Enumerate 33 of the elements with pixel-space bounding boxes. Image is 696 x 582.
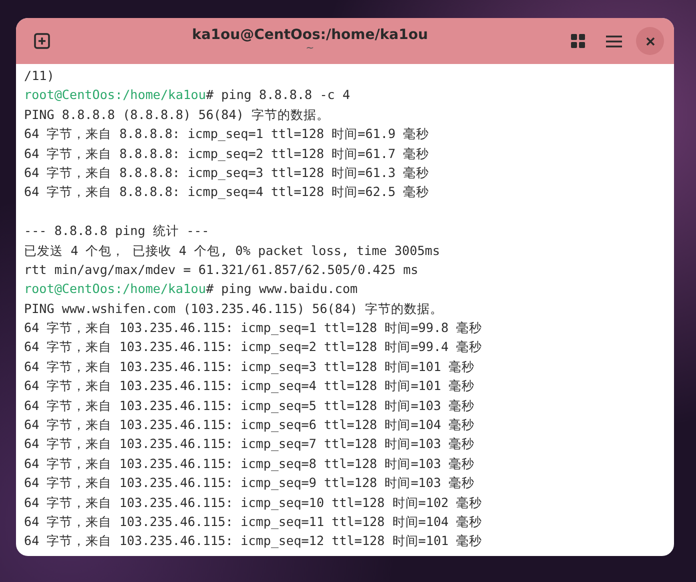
terminal-line: 64 字节，来自 8.8.8.8: icmp_seq=2 ttl=128 时间=61.7 毫秒 (24, 144, 430, 163)
menu-icon (606, 34, 622, 48)
terminal-line: 64 字节，来自 8.8.8.8: icmp_seq=1 ttl=128 时间=61.9 毫秒 (24, 125, 430, 144)
close-button[interactable] (636, 27, 664, 55)
command-text: # ping www.baidu.com (206, 281, 358, 296)
grid-icon (571, 34, 585, 48)
plus-square-icon (34, 33, 50, 49)
terminal-line: 64 字节，来自 103.235.46.115: icmp_seq=5 ttl=128 时间=103 毫秒 (24, 396, 476, 415)
terminal-line: 64 字节，来自 103.235.46.115: icmp_seq=12 ttl=128 时间=101 毫秒 (24, 532, 484, 550)
terminal-line: --- 8.8.8.8 ping 统计 --- (24, 222, 210, 240)
terminal-line: /11) (24, 67, 56, 85)
terminal-line: 64 字节，来自 103.235.46.115: icmp_seq=10 ttl=128 时间=102 毫秒 (24, 494, 484, 512)
window-title: ka1ou@CentOos:/home/ka1ou (192, 27, 428, 43)
terminal-line: 64 字节，来自 103.235.46.115: icmp_seq=9 ttl=128 时间=103 毫秒 (24, 474, 476, 492)
terminal-line: 64 字节，来自 8.8.8.8: icmp_seq=4 ttl=128 时间=62.5 毫秒 (24, 183, 430, 202)
terminal-line: PING www.wshifen.com (103.235.46.115) 56(84) 字节的数据。 (24, 300, 444, 318)
terminal-line: 64 字节，来自 103.235.46.115: icmp_seq=4 ttl=128 时间=101 毫秒 (24, 377, 476, 396)
terminal-line: 64 字节，来自 103.235.46.115: icmp_seq=11 ttl=128 时间=104 毫秒 (24, 512, 484, 531)
command-text: # ping 8.8.8.8 -c 4 (206, 87, 350, 102)
window-subtitle: ~ (306, 43, 314, 55)
prompt-text: root@CentOos:/home/ka1ou (24, 87, 206, 102)
terminal-line: 64 字节，来自 103.235.46.115: icmp_seq=1 ttl=128 时间=99.8 毫秒 (24, 319, 484, 338)
terminal-line: PING 8.8.8.8 (8.8.8.8) 56(84) 字节的数据。 (24, 106, 330, 124)
terminal-line: 64 字节，来自 103.235.46.115: icmp_seq=8 ttl=128 时间=103 毫秒 (24, 454, 476, 473)
terminal-line: 64 字节，来自 103.235.46.115: icmp_seq=3 ttl=128 时间=101 毫秒 (24, 358, 476, 376)
terminal-line: rtt min/avg/max/mdev = 61.321/61.857/62.505/0.425 ms (24, 260, 420, 279)
terminal-line: 64 字节，来自 103.235.46.115: icmp_seq=7 ttl=128 时间=103 毫秒 (24, 435, 476, 454)
close-icon (646, 36, 654, 46)
terminal-line: 64 字节，来自 8.8.8.8: icmp_seq=3 ttl=128 时间=61.3 毫秒 (24, 164, 430, 182)
terminal-line: 64 字节，来自 103.235.46.115: icmp_seq=6 ttl=128 时间=104 毫秒 (24, 416, 476, 434)
prompt-text: root@CentOos:/home/ka1ou (24, 281, 206, 296)
terminal-line: 64 字节，来自 103.235.46.115: icmp_seq=2 ttl=128 时间=99.4 毫秒 (24, 338, 484, 356)
terminal-line: 已发送 4 个包， 已接收 4 个包, 0% packet loss, time 3005ms (24, 242, 441, 260)
